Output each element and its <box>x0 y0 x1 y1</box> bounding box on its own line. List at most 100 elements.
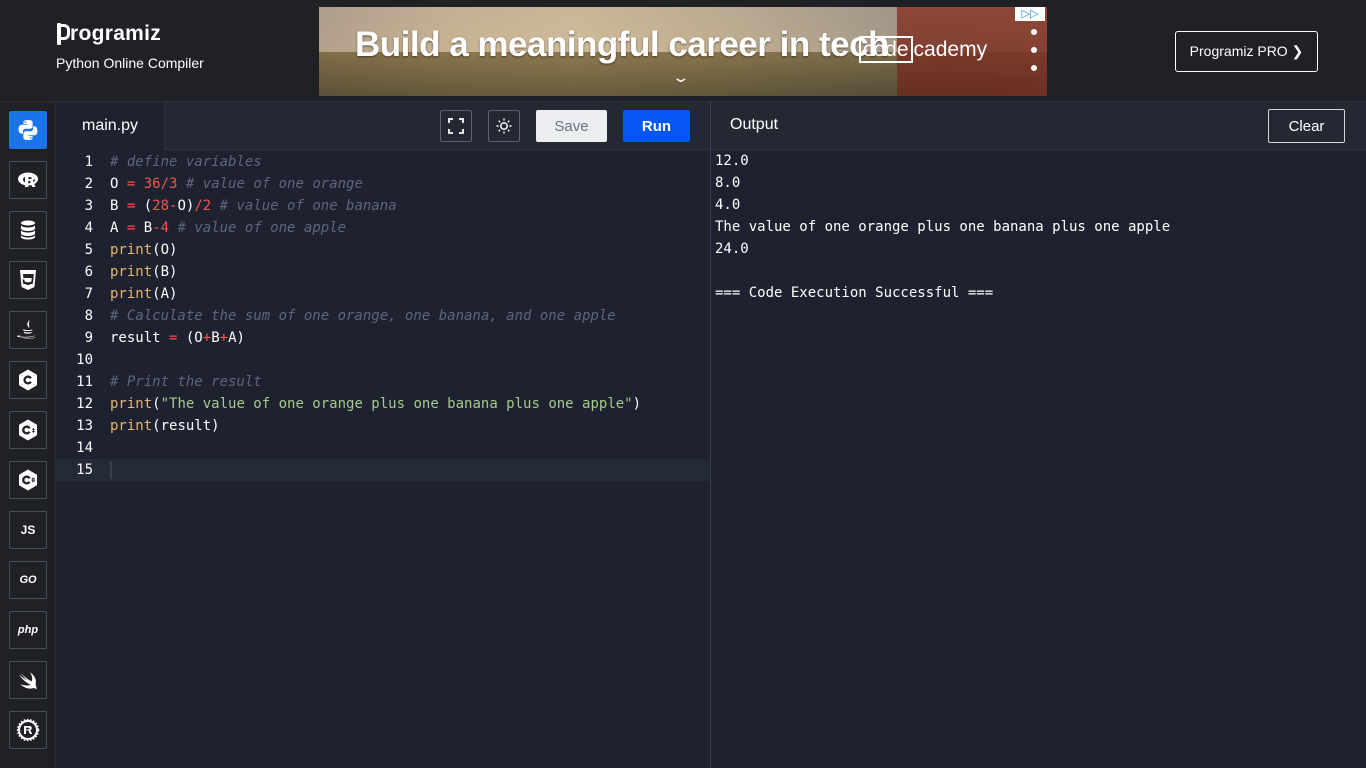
go-language-button[interactable]: GO <box>9 561 47 599</box>
code-text: # define variables <box>110 154 262 170</box>
c-language-button[interactable] <box>9 361 47 399</box>
programiz-logo[interactable]: rogramiz <box>56 22 204 46</box>
csharp-icon <box>19 469 37 491</box>
ad-more-icon[interactable] <box>1031 29 1037 83</box>
c-icon <box>19 369 37 391</box>
code-line: 4 A = B-4 # value of one apple <box>56 217 710 239</box>
code-text: print(result) <box>110 418 220 434</box>
code-area[interactable]: 1 # define variables 2 O = 36/3 # value … <box>56 150 710 768</box>
go-label: GO <box>19 574 37 586</box>
rust-language-button[interactable] <box>9 711 47 749</box>
line-number: 13 <box>76 418 93 434</box>
editor-toolbar: main.py Save Run <box>56 102 710 150</box>
java-language-button[interactable] <box>9 311 47 349</box>
code-line: 9 result = (O+B+A) <box>56 327 710 349</box>
run-button[interactable]: Run <box>623 110 690 142</box>
cpp-language-button[interactable] <box>9 411 47 449</box>
ad-brand: code cademy <box>859 36 988 63</box>
r-language-button[interactable] <box>9 161 47 199</box>
code-line: 2 O = 36/3 # value of one orange <box>56 173 710 195</box>
line-number: 7 <box>84 286 93 302</box>
line-number: 1 <box>84 154 93 170</box>
code-line: 8 # Calculate the sum of one orange, one… <box>56 305 710 327</box>
code-line: 5 print(O) <box>56 239 710 261</box>
language-sidebar: JS GO php <box>0 102 56 768</box>
code-line: 6 print(B) <box>56 261 710 283</box>
line-number: 5 <box>84 242 93 258</box>
python-icon <box>18 120 38 140</box>
brand-name: rogramiz <box>70 22 162 45</box>
line-number: 4 <box>84 220 93 236</box>
line-number: 9 <box>84 330 93 346</box>
r-icon <box>18 172 38 187</box>
output-line: 12.0 <box>715 153 749 169</box>
code-text: O = 36/3 # value of one orange <box>110 176 363 192</box>
line-number: 6 <box>84 264 93 280</box>
output-line: 24.0 <box>715 241 749 257</box>
javascript-language-button[interactable]: JS <box>9 511 47 549</box>
csharp-language-button[interactable] <box>9 461 47 499</box>
output-status-line: === Code Execution Successful === <box>715 285 994 301</box>
line-number: 8 <box>84 308 93 324</box>
code-line: 1 # define variables <box>56 151 710 173</box>
line-number: 3 <box>84 198 93 214</box>
php-language-button[interactable]: php <box>9 611 47 649</box>
code-line: 14 <box>56 437 710 459</box>
chevron-down-icon[interactable]: ⌄ <box>671 69 690 86</box>
code-text: A = B-4 # value of one apple <box>110 220 347 236</box>
programiz-logo-mark <box>56 23 70 45</box>
java-icon <box>17 320 36 339</box>
ad-brand-rest: cademy <box>913 38 988 61</box>
programiz-pro-button[interactable]: Programiz PRO ❯ <box>1175 31 1318 72</box>
code-text: B = (28-O)/2 # value of one banana <box>110 198 397 214</box>
ad-choices-icon[interactable]: ▷▷ <box>1015 7 1045 21</box>
javascript-label: JS <box>20 523 36 537</box>
swift-icon <box>19 672 37 690</box>
php-label: php <box>17 624 39 636</box>
top-bar: rogramiz Python Online Compiler Build a … <box>0 0 1366 102</box>
code-text: print("The value of one orange plus one … <box>110 396 642 412</box>
output-title: Output <box>730 116 779 133</box>
code-line: 12 print("The value of one orange plus o… <box>56 393 710 415</box>
sql-language-button[interactable] <box>9 211 47 249</box>
theme-toggle-button[interactable] <box>488 110 520 142</box>
code-line-active[interactable]: 15 <box>56 459 710 481</box>
tab-main-py[interactable]: main.py <box>56 102 165 150</box>
sun-icon <box>496 118 512 134</box>
page-subtitle: Python Online Compiler <box>56 55 204 71</box>
code-line: 3 B = (28-O)/2 # value of one banana <box>56 195 710 217</box>
fullscreen-icon <box>448 118 464 134</box>
output-line: 8.0 <box>715 175 741 191</box>
output-line: The value of one orange plus one banana … <box>715 219 1171 235</box>
swift-language-button[interactable] <box>9 661 47 699</box>
code-text: # Print the result <box>110 374 262 390</box>
code-line: 13 print(result) <box>56 415 710 437</box>
fullscreen-button[interactable] <box>440 110 472 142</box>
line-number: 10 <box>76 352 93 368</box>
ad-banner[interactable]: Build a meaningful career in tech code ca… <box>319 7 1047 96</box>
save-button[interactable]: Save <box>536 110 607 142</box>
ad-headline: Build a meaningful career in tech <box>355 25 889 64</box>
code-line: 7 print(A) <box>56 283 710 305</box>
code-text: print(O) <box>110 242 178 258</box>
line-number: 12 <box>76 396 93 412</box>
html-language-button[interactable] <box>9 261 47 299</box>
python-language-button[interactable] <box>9 111 47 149</box>
code-editor-panel: main.py Save Run 1 # define variables 2 … <box>56 102 710 768</box>
output-line: 4.0 <box>715 197 741 213</box>
code-text: print(A) <box>110 286 178 302</box>
brand[interactable]: rogramiz Python Online Compiler <box>56 22 204 71</box>
database-icon <box>21 220 35 240</box>
rust-icon <box>16 718 40 742</box>
line-number: 2 <box>84 176 93 192</box>
code-text: # Calculate the sum of one orange, one b… <box>110 308 616 324</box>
code-text: result = (O+B+A) <box>110 330 245 346</box>
line-number: 14 <box>76 440 93 456</box>
code-line: 11 # Print the result <box>56 371 710 393</box>
clear-button[interactable]: Clear <box>1268 109 1345 143</box>
line-number: 11 <box>76 374 93 390</box>
cpp-icon <box>19 419 37 441</box>
code-text: print(B) <box>110 264 178 280</box>
html5-icon <box>20 270 36 290</box>
code-line: 10 <box>56 349 710 371</box>
